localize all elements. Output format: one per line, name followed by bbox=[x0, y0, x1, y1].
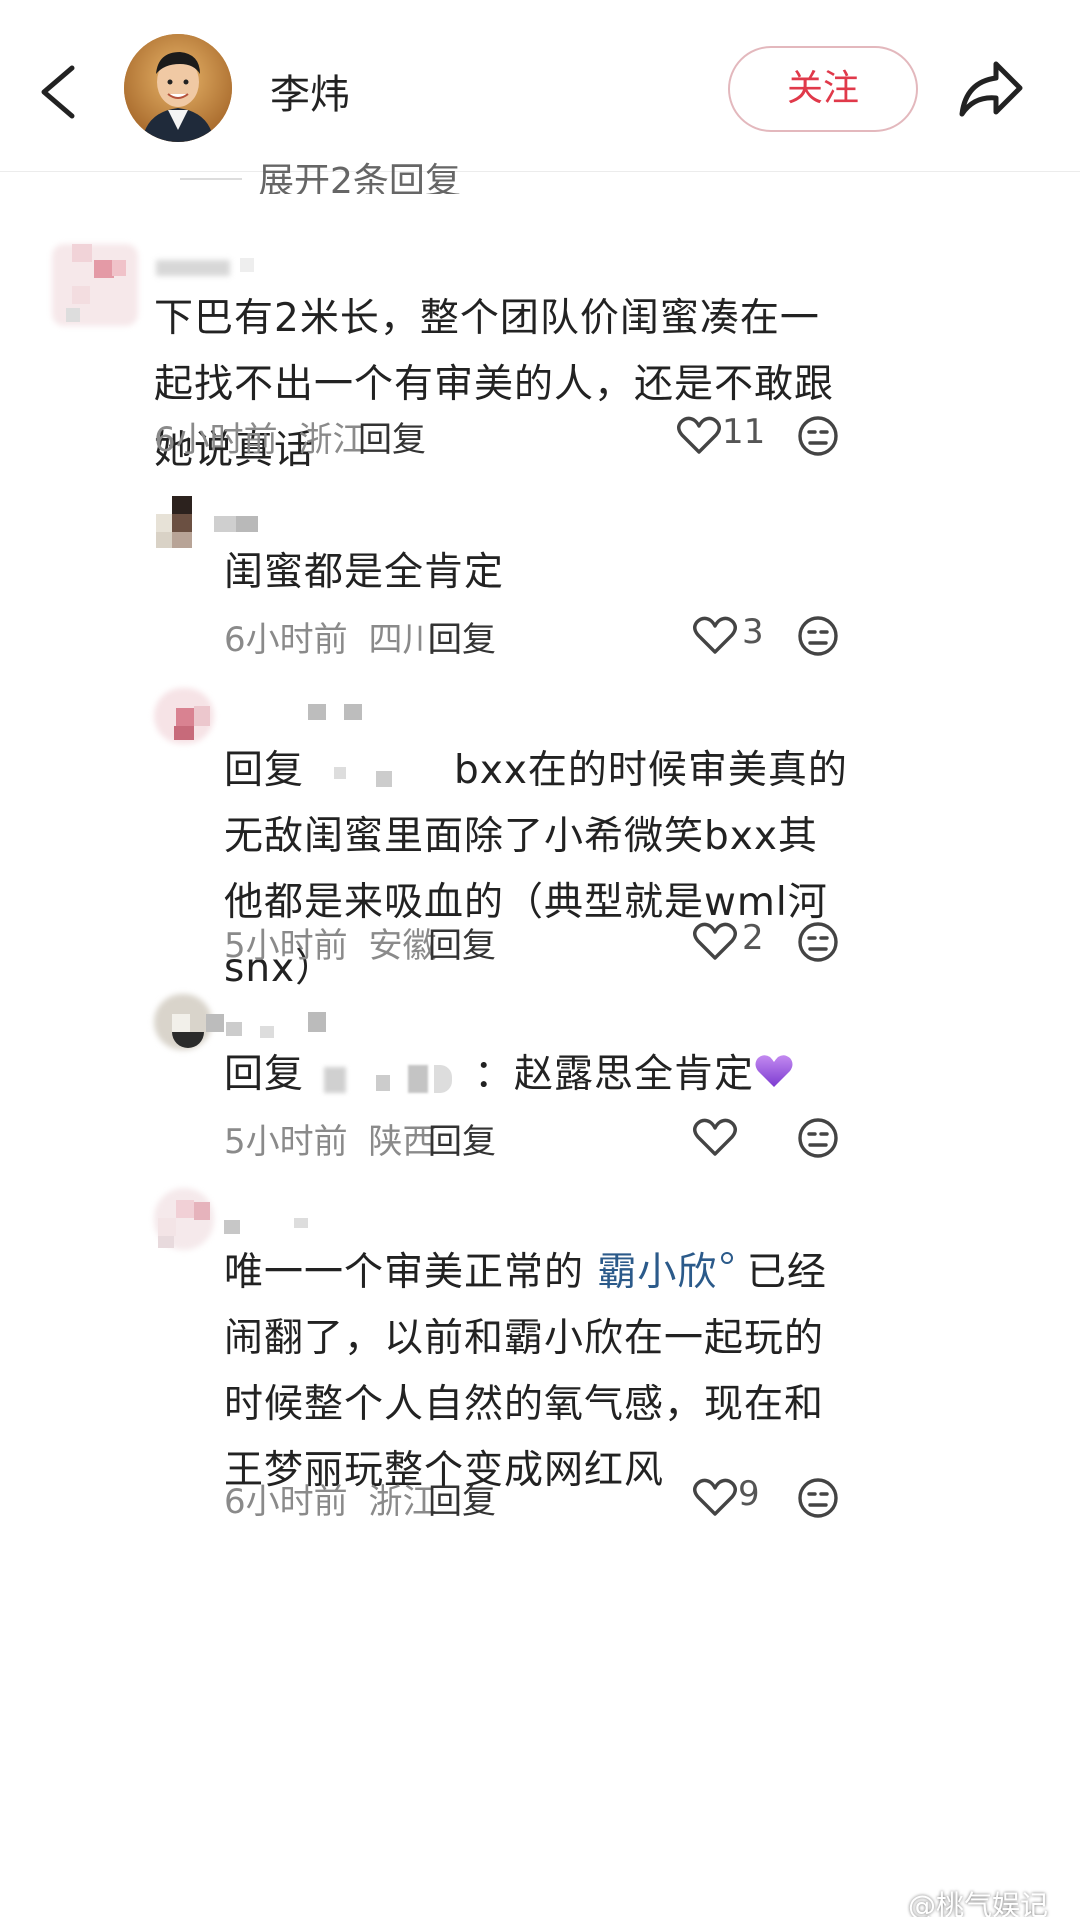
dislike-button[interactable] bbox=[796, 1116, 840, 1160]
back-arrow-icon bbox=[41, 65, 75, 119]
blurred-username[interactable] bbox=[214, 514, 264, 534]
blurred-mention bbox=[304, 1057, 474, 1097]
expand-replies-link[interactable]: 展开2条回复 bbox=[258, 150, 461, 194]
reply-time: 5小时前 安徽 bbox=[224, 918, 436, 967]
dislike-button[interactable] bbox=[796, 920, 840, 964]
blurred-avatar[interactable] bbox=[154, 496, 210, 550]
heart-icon bbox=[693, 1478, 737, 1516]
follow-button[interactable]: 关注 bbox=[728, 46, 918, 132]
blurred-avatar[interactable] bbox=[154, 688, 224, 748]
reply-location: 浙江 bbox=[368, 1482, 437, 1522]
share-button[interactable] bbox=[956, 56, 1026, 122]
like-count: 3 bbox=[742, 612, 764, 652]
reply-body: 闺蜜都是全肯定 bbox=[224, 550, 505, 595]
reply-text: ：赵露思全肯定 bbox=[474, 1052, 755, 1097]
reply-button[interactable]: 回复 bbox=[358, 412, 426, 461]
heart-icon bbox=[693, 1118, 737, 1156]
dislike-face-icon bbox=[798, 616, 838, 656]
watermark: @桃气娱记 bbox=[908, 1889, 1049, 1917]
heart-icon bbox=[693, 616, 737, 654]
reply-time: 6小时前 浙江 bbox=[224, 1474, 436, 1523]
expand-divider bbox=[180, 178, 242, 180]
blurred-avatar[interactable] bbox=[154, 1188, 224, 1254]
reply-button[interactable]: 回复 bbox=[428, 612, 496, 661]
reply-prefix: 回复 bbox=[224, 1052, 305, 1097]
comment-time: 6小时前 浙江 bbox=[154, 412, 366, 461]
reply-body: 唯一一个审美正常的 霸小欣 已经闹翻了，以前和霸小欣在一起玩的时候整个人自然的氧… bbox=[224, 1240, 854, 1504]
heart-icon bbox=[693, 922, 737, 960]
back-button[interactable] bbox=[34, 50, 90, 130]
reply-time: 6小时前 四川 bbox=[224, 612, 436, 661]
reply-time-label: 5小时前 bbox=[224, 1122, 348, 1162]
like-button[interactable] bbox=[692, 1476, 738, 1518]
comment-location: 浙江 bbox=[298, 420, 367, 460]
reply-text-before-mention: 唯一一个审美正常的 bbox=[224, 1250, 585, 1295]
dislike-face-icon bbox=[798, 1118, 838, 1158]
blurred-avatar[interactable] bbox=[154, 992, 226, 1054]
heart-icon bbox=[677, 416, 721, 454]
mention-link[interactable]: 霸小欣 bbox=[597, 1250, 734, 1295]
author-name[interactable]: 李炜 bbox=[270, 62, 350, 120]
purple-heart-emoji bbox=[754, 1044, 794, 1110]
blurred-username[interactable] bbox=[224, 1216, 314, 1236]
blurred-avatar[interactable] bbox=[52, 238, 138, 326]
dislike-button[interactable] bbox=[796, 414, 840, 458]
dislike-button[interactable] bbox=[796, 614, 840, 658]
reply-button[interactable]: 回复 bbox=[428, 1114, 496, 1163]
blurred-username[interactable] bbox=[156, 258, 266, 278]
dislike-button[interactable] bbox=[796, 1476, 840, 1520]
blurred-mention bbox=[304, 763, 454, 787]
avatar-portrait bbox=[124, 34, 232, 142]
mention-ring-icon bbox=[721, 1252, 734, 1264]
comment-time-label: 6小时前 bbox=[154, 420, 278, 460]
like-button[interactable] bbox=[692, 920, 738, 962]
like-count: 11 bbox=[722, 412, 766, 452]
like-button[interactable] bbox=[692, 614, 738, 656]
blurred-username[interactable] bbox=[308, 702, 368, 722]
reply-button[interactable]: 回复 bbox=[428, 1474, 496, 1523]
reply-time-label: 6小时前 bbox=[224, 620, 348, 660]
blurred-username[interactable] bbox=[226, 1010, 336, 1040]
reply-location: 陕西 bbox=[368, 1122, 437, 1162]
like-count: 2 bbox=[742, 918, 764, 958]
reply-button[interactable]: 回复 bbox=[428, 918, 496, 967]
share-icon bbox=[959, 61, 1023, 117]
reply-time-label: 6小时前 bbox=[224, 1482, 348, 1522]
weibo-icon bbox=[872, 1886, 904, 1912]
like-count: 9 bbox=[738, 1474, 760, 1514]
like-button[interactable] bbox=[692, 1116, 738, 1158]
dislike-face-icon bbox=[798, 922, 838, 962]
reply-body: 回复 ：赵露思全肯定 bbox=[224, 1042, 854, 1110]
reply-time: 5小时前 陕西 bbox=[224, 1114, 436, 1163]
reply-location: 四川 bbox=[368, 620, 437, 660]
top-bar: 李炜 关注 bbox=[0, 0, 1080, 172]
reply-time-label: 5小时前 bbox=[224, 926, 348, 966]
dislike-face-icon bbox=[798, 1478, 838, 1518]
author-avatar[interactable] bbox=[124, 34, 232, 142]
reply-prefix: 回复 bbox=[224, 748, 305, 793]
dislike-face-icon bbox=[798, 416, 838, 456]
like-button[interactable] bbox=[676, 414, 722, 456]
mention-name: 霸小欣 bbox=[597, 1250, 718, 1295]
reply-location: 安徽 bbox=[368, 926, 437, 966]
